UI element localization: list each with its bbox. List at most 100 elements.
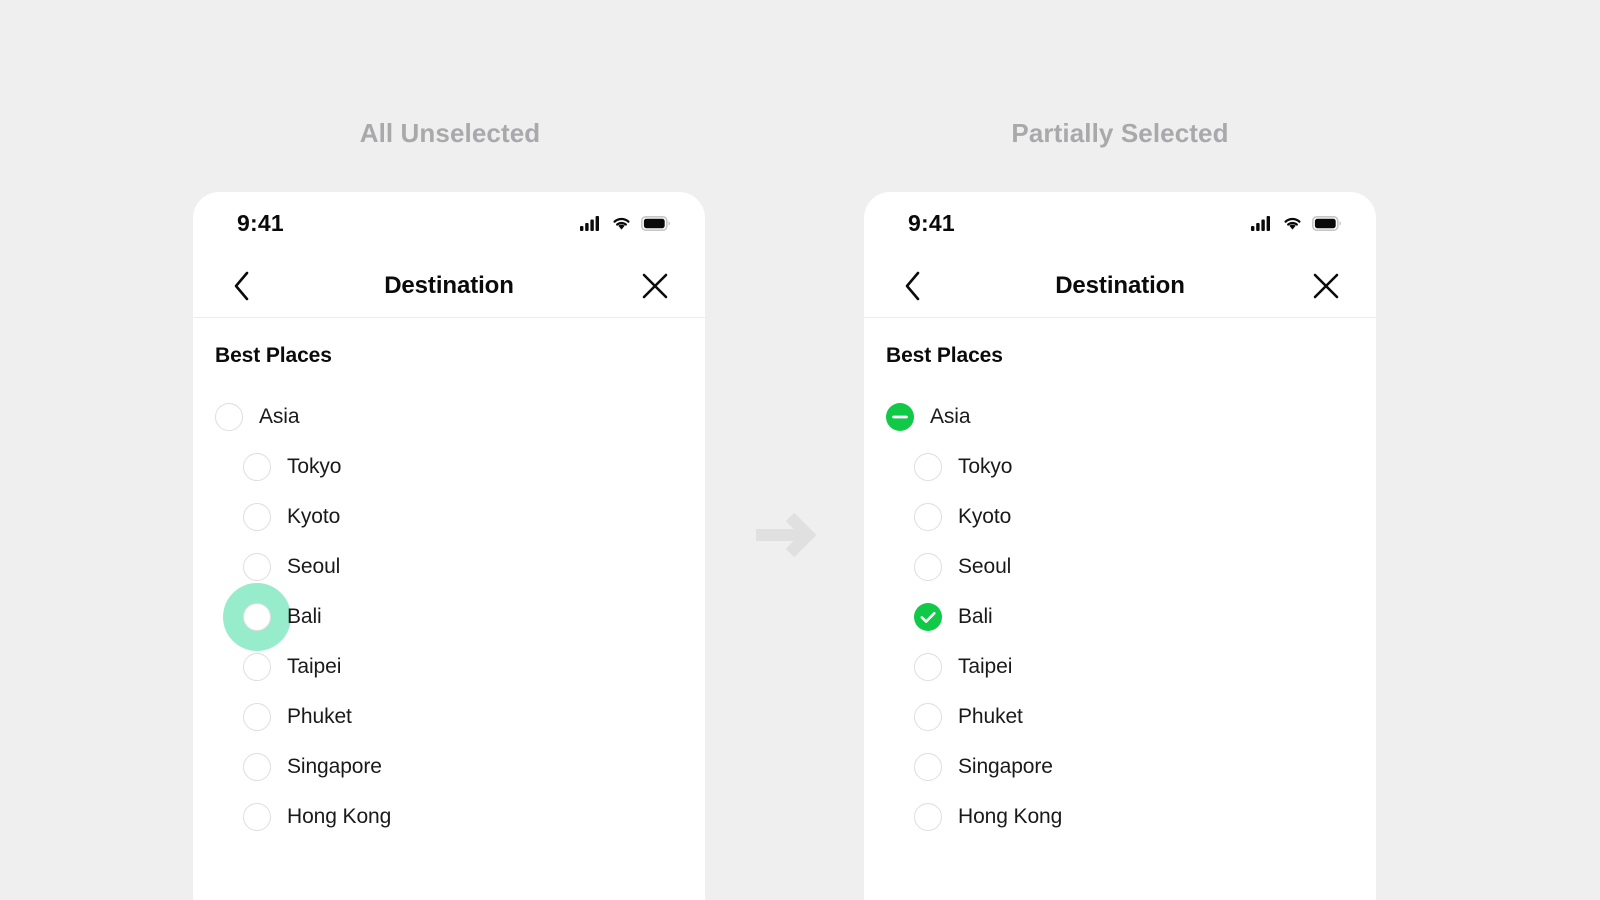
checkbox-wrapper[interactable]: [914, 803, 942, 831]
page-title: Destination: [1055, 271, 1185, 299]
list-item-label: Taipei: [958, 655, 1013, 678]
list-item[interactable]: Tokyo: [864, 442, 1376, 492]
list-item-label: Hong Kong: [958, 805, 1063, 828]
list-item[interactable]: Seoul: [193, 542, 705, 592]
list-item[interactable]: Taipei: [864, 642, 1376, 692]
checkbox-unchecked[interactable]: [243, 553, 271, 581]
checkbox-wrapper[interactable]: [886, 403, 914, 431]
checkbox-unchecked[interactable]: [914, 753, 942, 781]
checkbox-wrapper[interactable]: [914, 553, 942, 581]
list-item-label: Hong Kong: [287, 805, 392, 828]
list-item-label: Asia: [259, 405, 300, 428]
nav-bar: Destination: [193, 254, 705, 318]
checkbox-checked[interactable]: [914, 603, 942, 631]
wifi-icon: [1284, 217, 1301, 230]
list-item[interactable]: Phuket: [193, 692, 705, 742]
panel-caption-partially-selected: Partially Selected: [1011, 118, 1229, 148]
list-item[interactable]: Seoul: [864, 542, 1376, 592]
checkbox-unchecked[interactable]: [914, 453, 942, 481]
checkbox-wrapper[interactable]: [914, 503, 942, 531]
checkbox-unchecked[interactable]: [243, 653, 271, 681]
checkbox-wrapper[interactable]: [914, 753, 942, 781]
checkbox-wrapper[interactable]: [223, 583, 291, 651]
status-time: 9:41: [908, 209, 955, 236]
list-item-label: Seoul: [287, 555, 341, 578]
list-item[interactable]: Singapore: [193, 742, 705, 792]
checkbox-wrapper[interactable]: [243, 753, 271, 781]
close-button[interactable]: [635, 266, 675, 306]
list-item-label: Bali: [958, 605, 993, 628]
list-item-label: Seoul: [958, 555, 1012, 578]
status-bar: 9:41: [864, 192, 1376, 254]
checkbox-wrapper[interactable]: [243, 503, 271, 531]
list-item-label: Bali: [287, 605, 322, 628]
close-icon: [642, 273, 668, 298]
checkbox-wrapper[interactable]: [243, 653, 271, 681]
section-title: Best Places: [215, 344, 332, 367]
list-item[interactable]: Asia: [864, 392, 1376, 442]
checkbox-unchecked[interactable]: [914, 803, 942, 831]
list-item[interactable]: Asia: [193, 392, 705, 442]
checkbox-unchecked[interactable]: [914, 703, 942, 731]
checkbox-wrapper[interactable]: [914, 603, 942, 631]
checkbox-unchecked[interactable]: [243, 603, 271, 631]
checkbox-wrapper[interactable]: [215, 403, 243, 431]
nav-bar: Destination: [864, 254, 1376, 318]
list-item-label: Kyoto: [287, 505, 341, 528]
back-chevron-icon: [234, 271, 248, 300]
checkbox-unchecked[interactable]: [914, 653, 942, 681]
list-item[interactable]: Bali: [864, 592, 1376, 642]
wifi-icon: [613, 217, 630, 230]
list-item-label: Singapore: [287, 755, 382, 778]
status-icons: [580, 215, 671, 231]
status-icons: [1251, 215, 1342, 231]
list-item[interactable]: Tokyo: [193, 442, 705, 492]
checkbox-unchecked[interactable]: [243, 753, 271, 781]
checkbox-wrapper[interactable]: [914, 453, 942, 481]
back-button[interactable]: [221, 266, 261, 306]
battery-icon: [641, 215, 670, 231]
destination-list: Best Places Asia Tokyo Kyoto Seoul Bali Taip…: [864, 318, 1376, 842]
signal-icon: [580, 216, 599, 231]
checkbox-wrapper[interactable]: [243, 453, 271, 481]
checkbox-unchecked[interactable]: [215, 403, 243, 431]
close-button[interactable]: [1306, 266, 1346, 306]
back-chevron-icon: [905, 271, 919, 300]
list-item-label: Asia: [930, 405, 971, 428]
status-time: 9:41: [237, 209, 284, 236]
checkbox-unchecked[interactable]: [243, 703, 271, 731]
list-item[interactable]: Phuket: [864, 692, 1376, 742]
list-item-label: Phuket: [287, 705, 352, 728]
panel-caption-all-unselected: All Unselected: [359, 118, 541, 148]
checkbox-unchecked[interactable]: [243, 803, 271, 831]
page-title: Destination: [384, 271, 514, 299]
list-item[interactable]: Singapore: [864, 742, 1376, 792]
checkbox-unchecked[interactable]: [243, 503, 271, 531]
list-item[interactable]: Bali: [193, 583, 705, 651]
checkbox-unchecked[interactable]: [914, 503, 942, 531]
checkbox-wrapper[interactable]: [243, 703, 271, 731]
list-item[interactable]: Taipei: [193, 642, 705, 692]
back-button[interactable]: [892, 266, 932, 306]
phone-frame-all-unselected: 9:41 Destination Best Places Asia Tokyo Kyo…: [193, 192, 705, 900]
list-item-label: Taipei: [287, 655, 342, 678]
checkbox-wrapper[interactable]: [243, 553, 271, 581]
signal-icon: [1251, 216, 1270, 231]
list-item[interactable]: Kyoto: [864, 492, 1376, 542]
checkbox-wrapper[interactable]: [914, 703, 942, 731]
checkbox-wrapper[interactable]: [914, 653, 942, 681]
list-item-label: Tokyo: [958, 455, 1013, 478]
status-bar: 9:41: [193, 192, 705, 254]
section-title: Best Places: [886, 344, 1003, 367]
list-item-label: Tokyo: [287, 455, 342, 478]
list-item[interactable]: Hong Kong: [193, 792, 705, 842]
arrow-right-icon: [748, 500, 822, 570]
checkbox-indeterminate[interactable]: [886, 403, 914, 431]
list-item[interactable]: Hong Kong: [864, 792, 1376, 842]
checkbox-unchecked[interactable]: [243, 453, 271, 481]
check-mark-icon: [914, 603, 942, 631]
checkbox-wrapper[interactable]: [243, 803, 271, 831]
phone-frame-partially-selected: 9:41 Destination Best Places Asia Tokyo Ky…: [864, 192, 1376, 900]
checkbox-unchecked[interactable]: [914, 553, 942, 581]
list-item[interactable]: Kyoto: [193, 492, 705, 542]
